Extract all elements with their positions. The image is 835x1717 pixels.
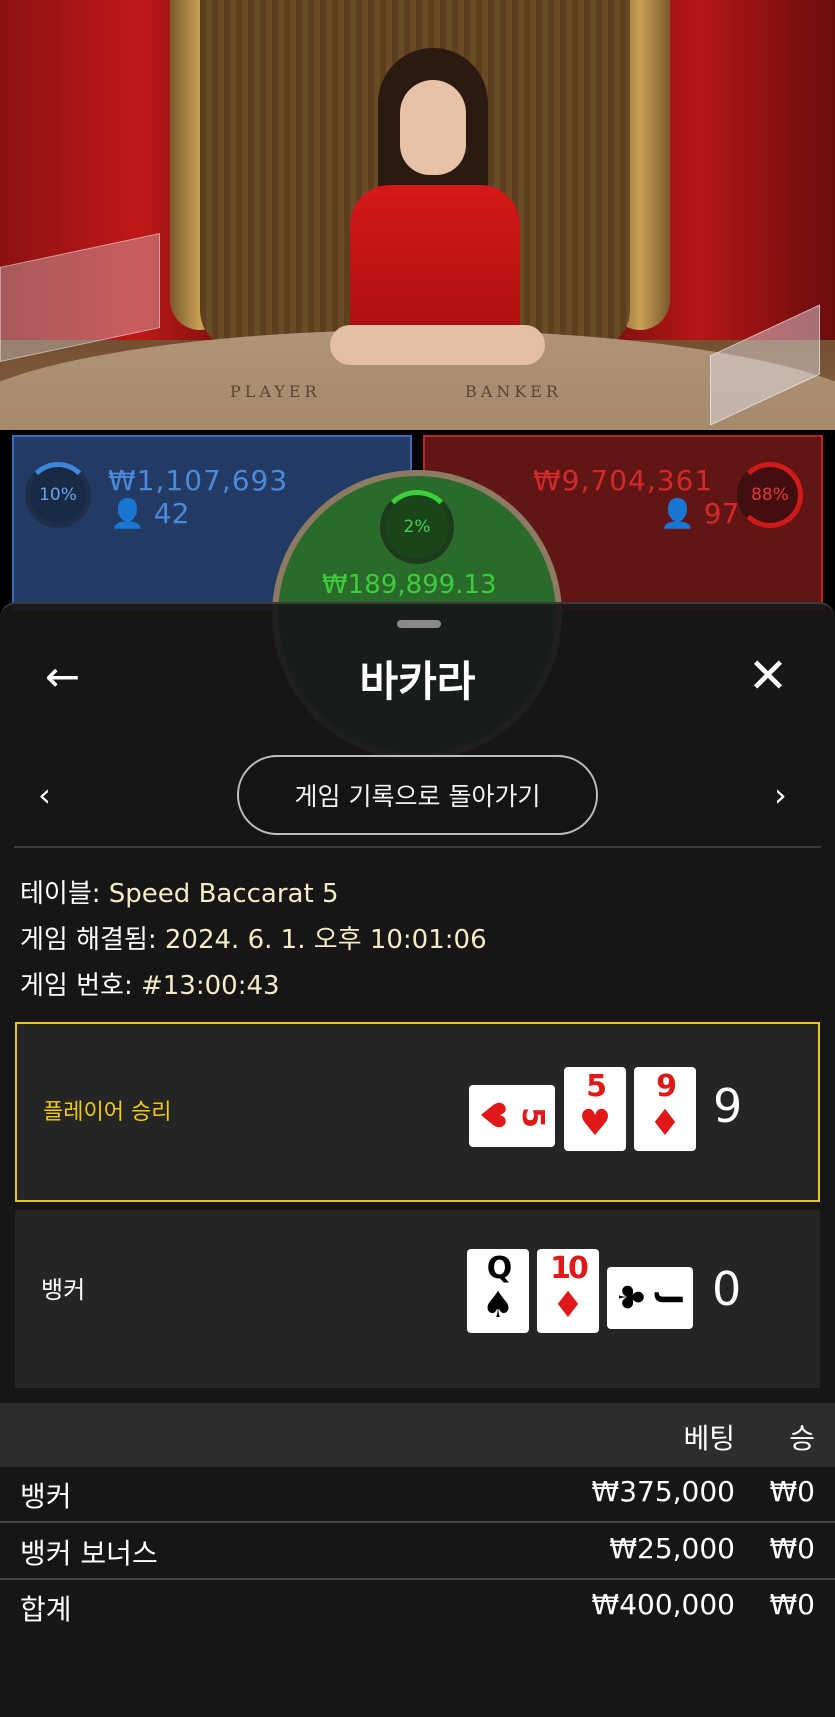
bet-amount: ₩400,000 (591, 1588, 735, 1621)
round-info: 게임 번호: #13:00:43 (20, 971, 280, 1001)
column-header-win: 승 (789, 1422, 815, 1455)
user-icon: 👤 (110, 497, 145, 530)
diamond-icon: ♦ (648, 1103, 682, 1144)
drag-handle[interactable] (397, 620, 441, 628)
table-label-player: PLAYER (230, 382, 321, 401)
win-amount: ₩0 (769, 1588, 816, 1621)
live-dealer-video: PLAYER BANKER (0, 0, 835, 430)
table-row: 뱅커 ₩375,000 ₩0 (0, 1467, 835, 1523)
divider (14, 846, 821, 848)
playing-card: 5 ♥ (564, 1067, 626, 1151)
bet-type: 뱅커 보너스 (20, 1537, 158, 1570)
banker-total-amount: ₩9,704,361 (533, 464, 714, 497)
chevron-left-icon[interactable]: ‹ (38, 775, 64, 815)
close-icon[interactable]: ✕ (745, 652, 791, 700)
round-number: #13:00:43 (140, 971, 280, 1001)
heart-icon: ♥ (472, 1099, 512, 1131)
bets-table-header: 베팅 승 (0, 1403, 835, 1467)
dealer-face (400, 80, 466, 175)
playing-card: 10 ♦ (537, 1249, 599, 1333)
player-percent-ring: 10% (25, 462, 91, 528)
playing-card: 9 ♦ (634, 1067, 696, 1151)
tie-percent-ring: 2% (380, 490, 454, 564)
banker-percent-ring: 88% (737, 462, 803, 528)
tie-total-amount: ₩189,899.13 (322, 570, 497, 600)
table-name: Speed Baccarat 5 (108, 879, 339, 909)
diamond-icon: ♦ (551, 1285, 585, 1326)
player-result-row: 플레이어 승리 5 ♥ 5 ♥ 9 ♦ 9 (15, 1022, 820, 1202)
tie-percent: 2% (403, 517, 431, 537)
table-row: 뱅커 보너스 ₩25,000 ₩0 (0, 1524, 835, 1580)
player-bettor-count: 👤 42 (110, 497, 190, 530)
resolved-info: 게임 해결됨: 2024. 6. 1. 오후 10:01:06 (20, 925, 487, 955)
banker-score: 0 (712, 1262, 742, 1316)
chevron-right-icon[interactable]: › (774, 775, 800, 815)
player-score: 9 (713, 1079, 743, 1133)
table-label-banker: BANKER (465, 382, 562, 401)
player-total-amount: ₩1,107,693 (108, 464, 289, 497)
column-header-bet: 베팅 (683, 1422, 735, 1455)
playing-card: 5 ♥ (469, 1085, 555, 1147)
dealer-arms (330, 325, 545, 365)
back-to-history-button[interactable]: 게임 기록으로 돌아가기 (237, 755, 598, 835)
banker-result-row: 뱅커 Q ♠ 10 ♦ J ♣ 0 (15, 1210, 820, 1388)
table-row-total: 합계 ₩400,000 ₩0 (0, 1580, 835, 1636)
win-amount: ₩0 (769, 1475, 816, 1508)
banker-result-label: 뱅커 (41, 1276, 86, 1304)
bet-type: 합계 (20, 1593, 72, 1626)
player-percent: 10% (39, 485, 77, 505)
playing-card: Q ♠ (467, 1249, 529, 1333)
banker-bettor-count: 👤 97 (660, 497, 740, 530)
spade-icon: ♠ (481, 1285, 515, 1326)
user-icon: 👤 (660, 497, 695, 530)
player-result-label: 플레이어 승리 (43, 1100, 172, 1125)
modal-title: 바카라 (359, 657, 476, 706)
bet-type: 뱅커 (20, 1480, 72, 1513)
club-icon: ♣ (610, 1281, 650, 1313)
bet-amount: ₩25,000 (609, 1532, 735, 1565)
bet-amount: ₩375,000 (591, 1475, 735, 1508)
table-info: 테이블: Speed Baccarat 5 (20, 879, 339, 909)
heart-icon: ♥ (578, 1103, 612, 1144)
playing-card: J ♣ (607, 1267, 693, 1329)
banker-percent: 88% (751, 485, 789, 505)
resolved-time: 2024. 6. 1. 오후 10:01:06 (164, 925, 487, 955)
win-amount: ₩0 (769, 1532, 816, 1565)
